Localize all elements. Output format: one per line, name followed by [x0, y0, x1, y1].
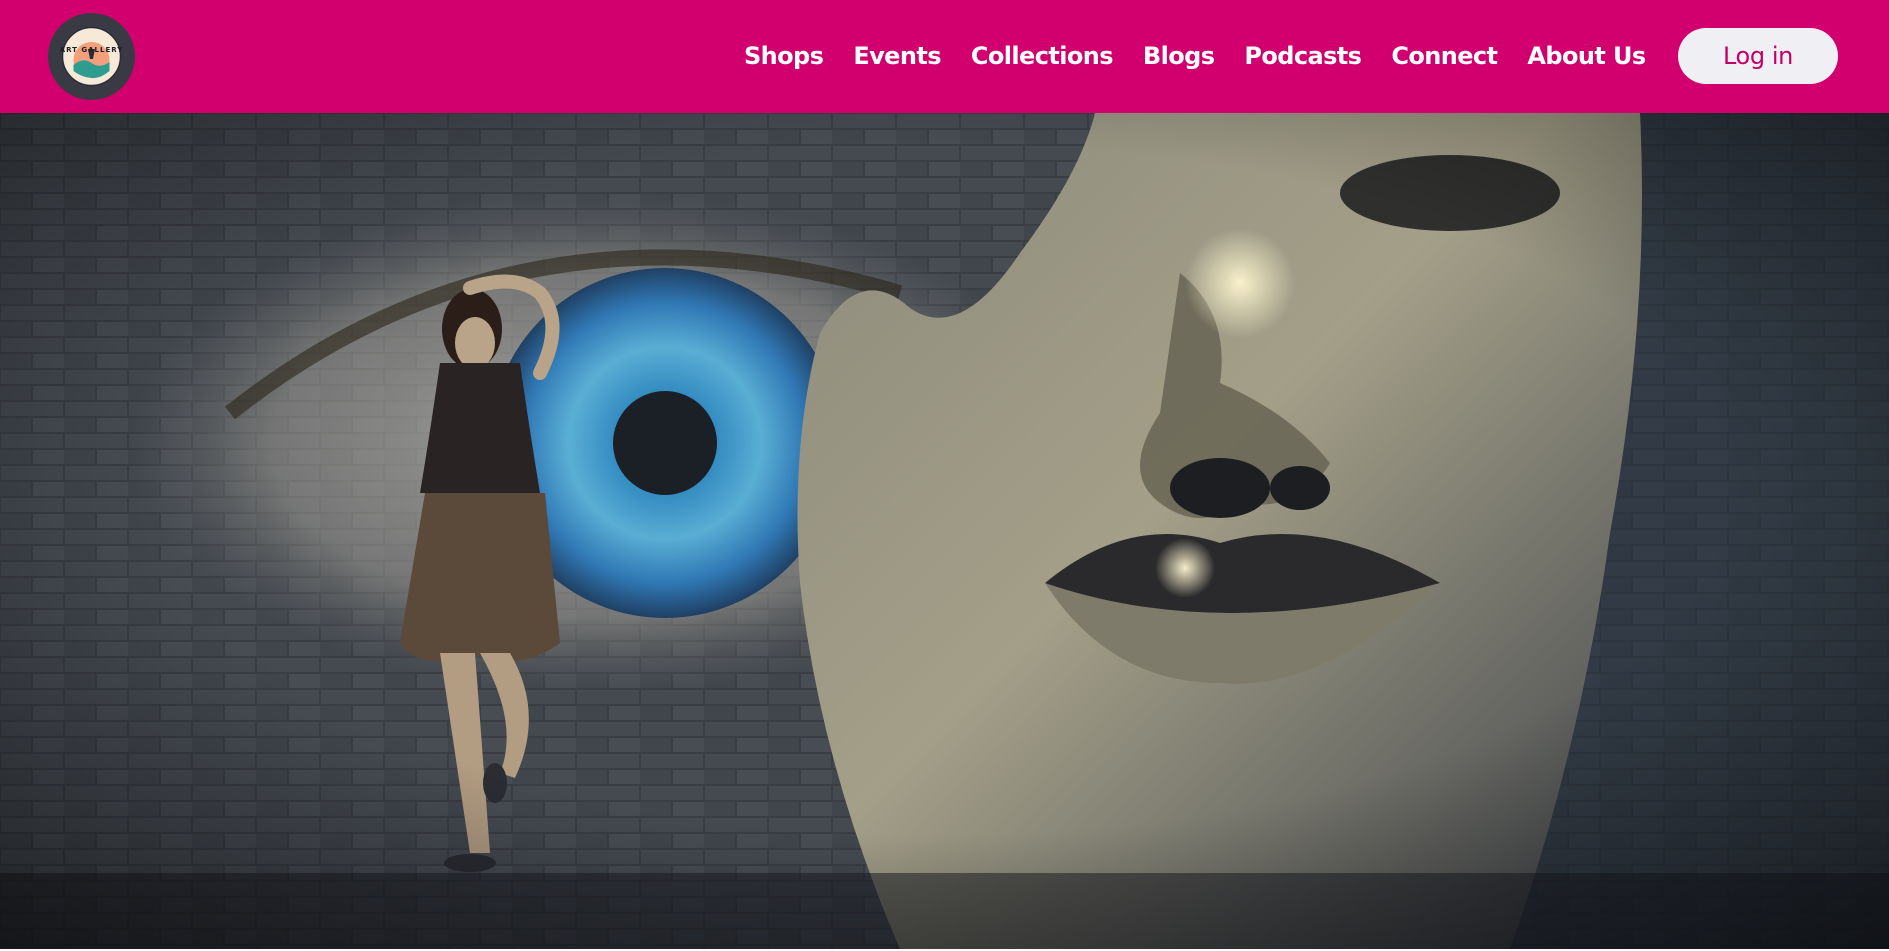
main-nav: Shops Events Collections Blogs Podcasts …: [744, 38, 1676, 74]
login-button[interactable]: Log in: [1678, 28, 1838, 84]
site-header: ART GALLERY Shops Events Collections Blo…: [0, 0, 1889, 113]
nav-about-us[interactable]: About Us: [1527, 38, 1646, 74]
nav-podcasts[interactable]: Podcasts: [1244, 38, 1362, 74]
nav-shops[interactable]: Shops: [744, 38, 824, 74]
hero-image: [0, 113, 1889, 949]
logo-emblem-icon: [48, 13, 135, 100]
nav-collections[interactable]: Collections: [971, 38, 1114, 74]
nav-events[interactable]: Events: [853, 38, 941, 74]
site-logo[interactable]: ART GALLERY: [48, 13, 135, 100]
hero-artwork-image: [0, 113, 1889, 949]
nav-connect[interactable]: Connect: [1391, 38, 1498, 74]
nav-blogs[interactable]: Blogs: [1143, 38, 1215, 74]
logo-text: ART GALLERY: [59, 46, 124, 54]
